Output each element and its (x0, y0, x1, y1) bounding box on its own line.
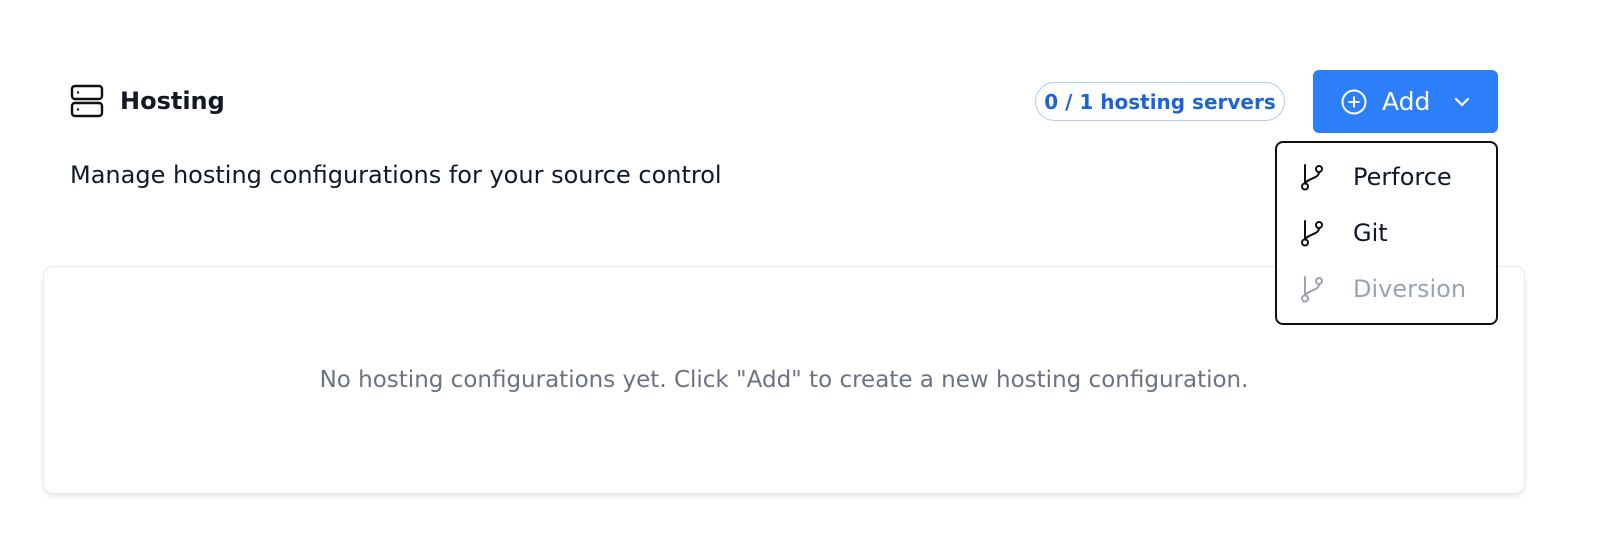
git-branch-icon (1301, 276, 1323, 303)
page-title: Hosting (120, 87, 225, 115)
menu-item-label: Perforce (1353, 163, 1452, 191)
add-button[interactable]: Add (1313, 70, 1498, 133)
git-branch-icon (1301, 164, 1323, 191)
chevron-down-icon (1455, 97, 1470, 106)
page-subtitle: Manage hosting configurations for your s… (70, 161, 722, 189)
menu-item-git[interactable]: Git (1277, 205, 1496, 261)
menu-item-label: Diversion (1353, 275, 1467, 303)
menu-item-label: Git (1353, 219, 1388, 247)
add-dropdown-menu: Perforce Git Diversion (1275, 141, 1498, 325)
menu-item-diversion: Diversion (1277, 261, 1496, 317)
hosting-servers-count-badge: 0 / 1 hosting servers (1035, 82, 1285, 121)
plus-circle-icon (1341, 89, 1367, 114)
hosting-settings-page: Hosting Manage hosting configurations fo… (0, 0, 1600, 548)
add-button-label: Add (1382, 87, 1431, 116)
menu-item-perforce[interactable]: Perforce (1277, 149, 1496, 205)
empty-state-message: No hosting configurations yet. Click "Ad… (319, 367, 1249, 393)
section-header: Hosting (70, 84, 225, 118)
git-branch-icon (1301, 220, 1323, 247)
server-icon (70, 84, 104, 118)
